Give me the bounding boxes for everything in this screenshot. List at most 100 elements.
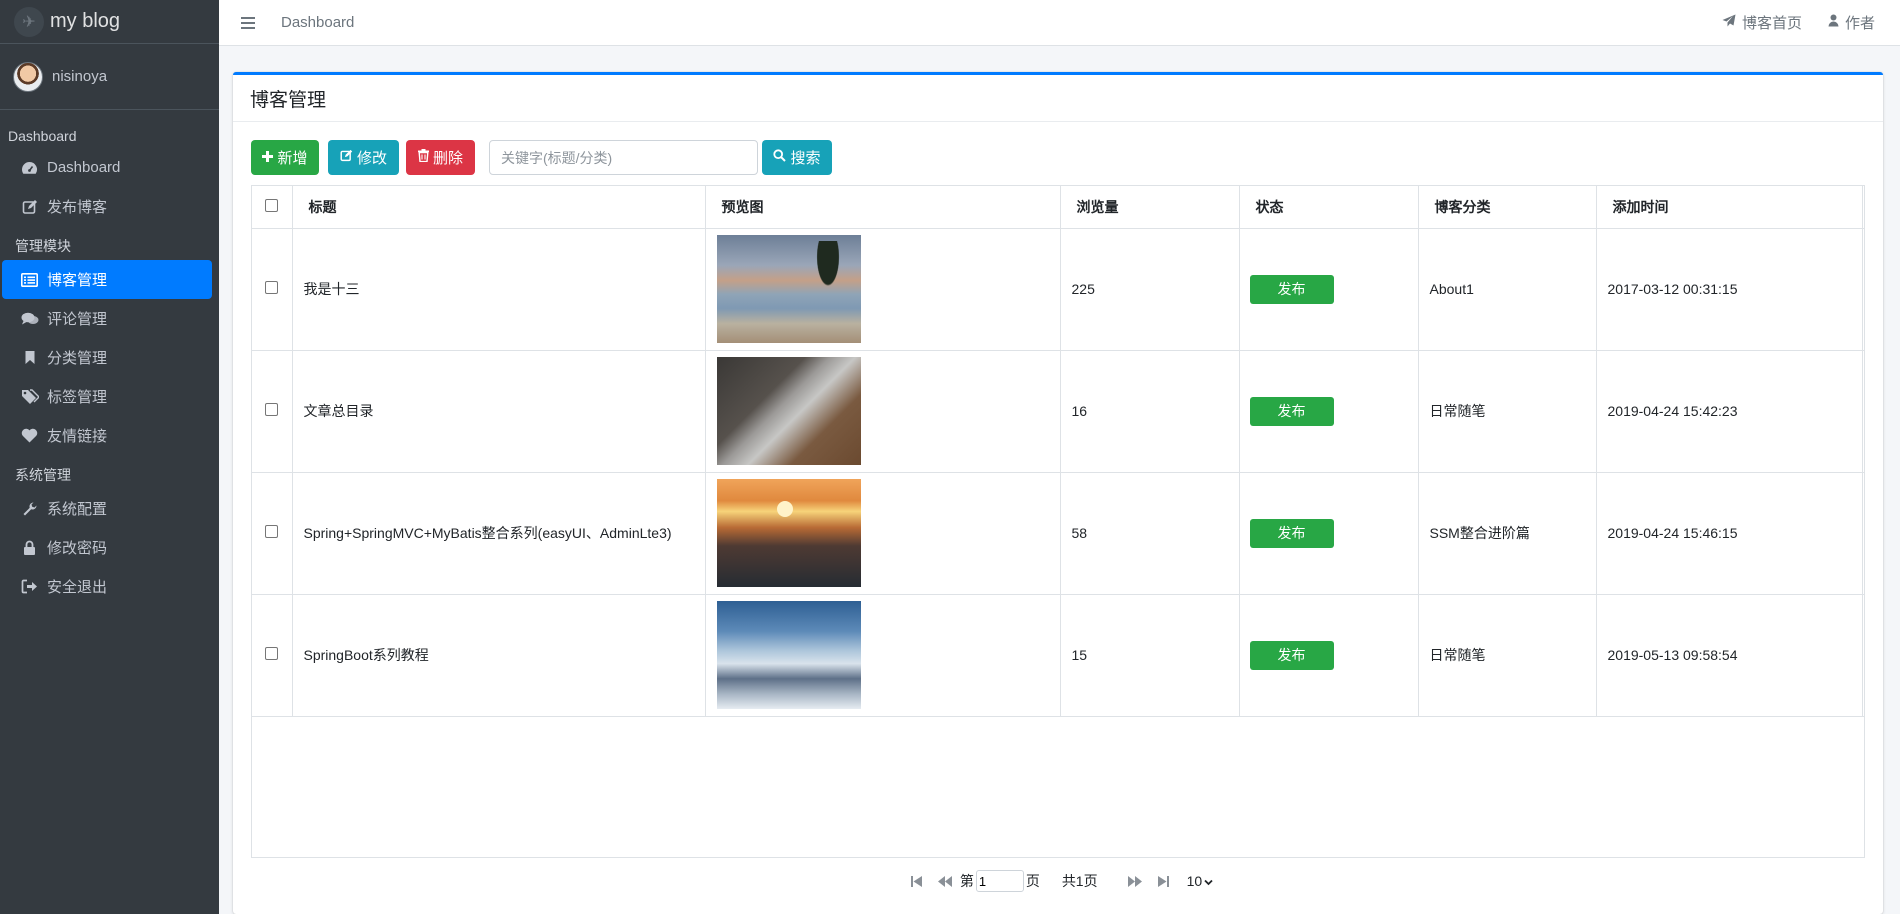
row-created: 2019-04-24 15:46:15 [1596, 472, 1863, 595]
row-status-cell: 发布 [1239, 228, 1419, 351]
sidebar-item-system-config[interactable]: 系统配置 [2, 489, 212, 528]
sidebar-item-blog-management[interactable]: 博客管理 [2, 260, 212, 299]
sidebar-item-change-password[interactable]: 修改密码 [2, 528, 212, 567]
search-button[interactable]: 搜索 [762, 140, 832, 175]
search-icon [773, 149, 787, 166]
row-preview-cell [705, 350, 1061, 473]
row-checkbox[interactable] [265, 403, 279, 416]
row-preview-cell [705, 594, 1061, 717]
sidebar: ✈ my blog nisinoya Dashboard Dashboard 发… [0, 0, 219, 914]
first-page-icon[interactable] [910, 875, 922, 887]
row-views: 15 [1060, 594, 1240, 717]
trash-icon [417, 149, 429, 166]
plus-icon [262, 149, 274, 166]
sidebar-item-logout[interactable]: 安全退出 [2, 567, 212, 606]
column-header-title[interactable]: 标题 [292, 186, 706, 229]
author-link[interactable]: 作者 [1828, 12, 1875, 33]
row-select-cell [252, 228, 293, 351]
status-badge: 发布 [1249, 396, 1334, 426]
brand-logo-icon: ✈ [14, 6, 44, 37]
row-checkbox[interactable] [265, 525, 279, 538]
nav-header-management: 管理模块 [15, 238, 71, 254]
row-title: 我是十三 [292, 228, 706, 351]
delete-button[interactable]: 删除 [406, 140, 475, 175]
edit-button[interactable]: 修改 [328, 140, 399, 175]
page-number-input[interactable] [975, 870, 1024, 892]
avatar [13, 61, 43, 92]
beach-palm-photo [716, 235, 861, 343]
table-row[interactable]: SpringBoot系列教程 15 发布 日常随笔 2019-05-13 09:… [252, 594, 1865, 717]
column-header-preview[interactable]: 预览图 [705, 186, 1061, 229]
row-select-cell [252, 350, 293, 473]
sidebar-item-friend-links[interactable]: 友情链接 [2, 416, 212, 455]
nav-header-system: 系统管理 [15, 467, 71, 483]
ocean-sunset-photo [716, 479, 861, 587]
row-checkbox[interactable] [265, 647, 279, 660]
sign-out-icon [20, 579, 39, 595]
user-name: nisinoya [52, 68, 108, 85]
laptop-notebook-photo [716, 357, 861, 465]
row-views: 58 [1060, 472, 1240, 595]
pagination: 第 页 共1页 10 [251, 857, 1865, 905]
column-header-category[interactable]: 博客分类 [1418, 186, 1597, 229]
row-created: 2019-05-13 09:58:54 [1596, 594, 1863, 717]
row-category: About1 [1418, 228, 1597, 351]
select-all-checkbox[interactable] [265, 198, 279, 212]
snowy-mountain-photo [716, 601, 861, 709]
row-select-cell [252, 472, 293, 595]
brand-title: my blog [50, 10, 121, 32]
row-preview-cell [705, 228, 1061, 351]
edit-label: 修改 [356, 150, 387, 167]
row-preview-cell [705, 472, 1061, 595]
sidebar-item-category-management[interactable]: 分类管理 [2, 338, 212, 377]
blog-home-link[interactable]: 博客首页 [1722, 12, 1802, 33]
row-select-cell [252, 594, 293, 717]
next-page-icon[interactable] [1127, 875, 1142, 887]
status-badge: 发布 [1249, 274, 1334, 304]
paper-plane-icon [1722, 14, 1736, 31]
sidebar-item-label: 友情链接 [47, 428, 108, 445]
sidebar-item-publish-blog[interactable]: 发布博客 [2, 187, 212, 226]
table-row[interactable]: 文章总目录 16 发布 日常随笔 2019-04-24 15:42:23 [252, 350, 1865, 473]
select-all-cell [252, 186, 293, 229]
last-page-icon[interactable] [1157, 875, 1169, 887]
row-status-cell: 发布 [1239, 594, 1419, 717]
column-header-status[interactable]: 状态 [1239, 186, 1419, 229]
table-header-row: 标题 预览图 浏览量 状态 博客分类 添加时间 [252, 186, 1865, 229]
page-prefix: 第 [959, 873, 974, 889]
search-input[interactable] [489, 140, 758, 175]
brand-link[interactable]: ✈ my blog [0, 0, 219, 44]
row-checkbox[interactable] [265, 281, 279, 294]
breadcrumb[interactable]: Dashboard [281, 14, 354, 31]
blog-table: 标题 预览图 浏览量 状态 博客分类 添加时间 我是十三 225 发布 Abou… [252, 186, 1865, 717]
column-header-views[interactable]: 浏览量 [1060, 186, 1240, 229]
page-size-select[interactable]: 10 [1187, 873, 1214, 889]
search-label: 搜索 [790, 150, 821, 167]
add-button[interactable]: 新增 [251, 140, 319, 175]
heart-icon [20, 428, 39, 444]
row-spacer [1862, 350, 1865, 473]
lock-icon [20, 540, 39, 556]
status-badge: 发布 [1249, 518, 1334, 548]
user-icon [1828, 14, 1839, 31]
table-row[interactable]: 我是十三 225 发布 About1 2017-03-12 00:31:15 [252, 228, 1865, 351]
column-header-created[interactable]: 添加时间 [1596, 186, 1863, 229]
add-label: 新增 [277, 150, 308, 167]
user-panel[interactable]: nisinoya [0, 44, 219, 110]
sidebar-item-comment-management[interactable]: 评论管理 [2, 299, 212, 338]
row-status-cell: 发布 [1239, 350, 1419, 473]
table-row[interactable]: Spring+SpringMVC+MyBatis整合系列(easyUI、Admi… [252, 472, 1865, 595]
nav-header-dashboard: Dashboard [8, 128, 77, 144]
row-created: 2017-03-12 00:31:15 [1596, 228, 1863, 351]
edit-icon [340, 149, 353, 166]
menu-toggle-icon[interactable] [241, 16, 255, 29]
row-views: 225 [1060, 228, 1240, 351]
row-title: SpringBoot系列教程 [292, 594, 706, 717]
prev-page-icon[interactable] [937, 875, 952, 887]
author-label: 作者 [1844, 15, 1875, 32]
sidebar-item-label: 修改密码 [47, 540, 108, 557]
sidebar-item-tag-management[interactable]: 标签管理 [2, 377, 212, 416]
sidebar-item-dashboard[interactable]: Dashboard [2, 148, 212, 187]
row-spacer [1862, 594, 1865, 717]
chevron-down-icon [1204, 873, 1213, 889]
